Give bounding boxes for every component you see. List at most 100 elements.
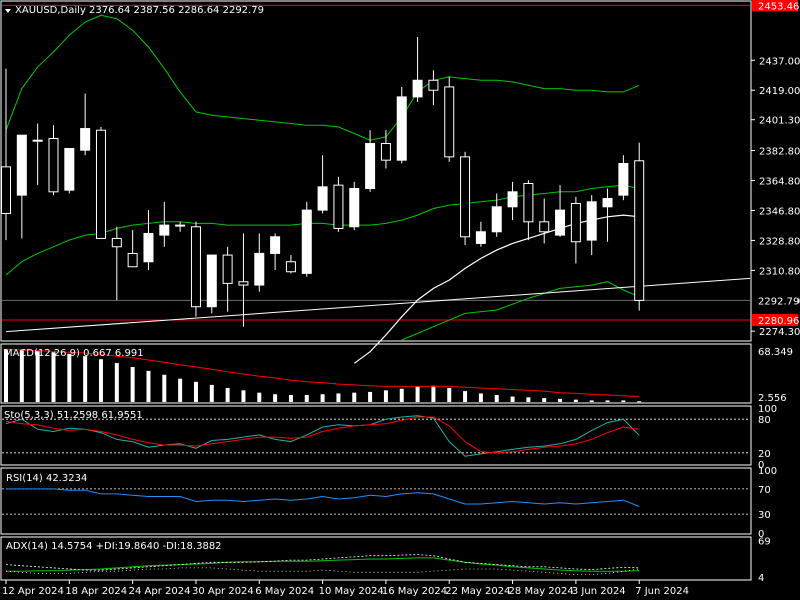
macd-bar [478,393,483,402]
price-tick-label: 2274.30 [759,327,800,338]
rsi-tick-label: 30 [758,510,771,521]
bull-candle [32,139,43,142]
bear-candle [48,138,59,193]
time-tick-label: 30 Apr 2024 [192,586,254,597]
bear-candle [539,221,550,233]
hline-price-label: 2453.46 [758,1,799,12]
bear-candle [190,226,201,308]
adx-tick-label: 69 [758,537,771,548]
macd-bar [336,393,341,402]
symbol-title: XAUUSD,Daily [15,5,86,16]
bull-candle [412,79,423,98]
bull-candle [586,201,597,241]
bull-candle [143,232,154,263]
price-tick-label: 2364.80 [759,176,800,187]
macd-bar [368,391,373,402]
bear-candle [444,86,455,158]
bull-candle [80,128,91,151]
price-tick-label: 2346.80 [759,206,800,217]
macd-bar [241,390,246,402]
bear-candle [285,261,296,273]
adx-label: ADX(14) 14.5754 +DI:19.8640 -DI:18.3882 [6,541,222,552]
time-tick-label: 28 May 2024 [509,586,574,597]
bull-candle [270,236,281,254]
macd-axis-bottom: 2.556 [758,393,787,404]
macd-bar [273,394,278,402]
macd-bar [447,388,452,402]
stochastic-tick-label: 100 [758,404,777,415]
price-tick-label: 2419.00 [759,86,800,97]
macd-bar [589,400,594,402]
bear-candle [570,202,581,243]
bull-candle [555,209,566,236]
bear-candle [460,156,471,238]
macd-label: MACD(12,26,9) 0.667 6.991 [4,348,144,359]
hline-price-label: 2280.96 [758,316,799,327]
bull-candle [618,163,629,196]
macd-bar [288,395,293,402]
macd-bar [178,378,183,402]
price-tick-label: 2437.00 [759,56,800,67]
macd-bar [463,391,468,402]
bull-candle [64,148,75,191]
adx-tick-label: 4 [758,573,764,584]
macd-bar [51,352,56,402]
macd-bar [193,381,198,402]
current-price-label: 2292.79 [758,296,799,307]
macd-bar [431,385,436,402]
macd-bar [114,363,119,402]
rsi-label: RSI(14) 42.3234 [6,473,87,484]
bear-candle [380,143,391,161]
time-tick-label: 24 Apr 2024 [129,586,191,597]
time-tick-label: 18 Apr 2024 [65,586,127,597]
time-tick-label: 3 Jun 2024 [572,586,626,597]
bull-candle [317,186,328,211]
time-tick-label: 16 May 2024 [382,586,447,597]
macd-bar [162,374,167,402]
macd-bar [383,390,388,402]
chart-canvas[interactable]: XAUUSD,Daily 2376.64 2387.56 2286.64 229… [0,0,800,600]
time-tick-label: 6 May 2024 [255,586,314,597]
bear-candle [634,160,645,301]
bull-candle [491,206,502,233]
bull-candle [175,224,186,227]
bull-candle [159,224,170,236]
macd-bar [304,395,309,402]
bull-candle [301,209,312,274]
bull-candle [602,197,613,208]
macd-bar [225,388,230,402]
stochastic-tick-label: 80 [758,415,771,426]
bear-candle [95,129,106,239]
bull-candle [507,191,518,208]
macd-bar [573,399,578,402]
time-tick-label: 10 May 2024 [319,586,384,597]
price-tick-label: 2382.80 [759,147,800,158]
macd-bar [320,394,325,402]
bear-candle [428,79,439,91]
macd-bar [542,398,547,402]
price-tick-label: 2310.80 [759,266,800,277]
macd-bar [257,392,262,402]
rsi-tick-label: 70 [758,485,771,496]
macd-bar [494,395,499,402]
bull-candle [349,187,360,228]
macd-bar [399,388,404,402]
bull-candle [365,143,376,189]
bear-candle [127,252,138,268]
bull-candle [254,252,265,286]
macd-axis-top: 68.349 [758,347,793,358]
bear-candle [238,281,249,286]
bull-candle [206,254,217,308]
stochastic-tick-label: 20 [758,449,771,460]
macd-bar [130,367,135,402]
macd-bar [209,384,214,402]
bear-candle [1,166,11,214]
macd-bar [146,370,151,402]
macd-bar [605,400,610,402]
time-tick-label: 22 May 2024 [445,586,510,597]
ohlc-readout: 2376.64 2387.56 2286.64 2292.79 [89,5,264,16]
macd-bar [352,392,357,402]
price-tick-label: 2401.30 [759,116,800,127]
bear-candle [523,182,534,223]
macd-bar [67,353,72,402]
